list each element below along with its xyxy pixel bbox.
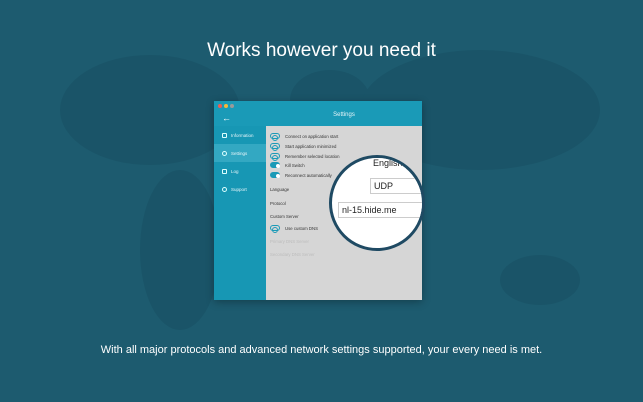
custom-server-input[interactable]: nl-15.hide.me	[338, 202, 422, 218]
toggle-switch[interactable]	[270, 143, 280, 151]
globe-icon	[222, 186, 227, 192]
magnifier-lens: English UDP nl-15.hide.me	[329, 155, 425, 251]
toggle-kill-switch[interactable]: Kill Switch	[270, 162, 305, 168]
toggle-start-minimized[interactable]: Start application minimized	[270, 143, 337, 151]
close-button[interactable]	[218, 104, 222, 108]
headline: Works however you need it	[207, 40, 436, 61]
toggle-label: Connect on application start	[285, 133, 339, 139]
sidebar-item-support[interactable]: Support	[214, 180, 266, 198]
sidebar-item-log[interactable]: Log	[214, 162, 266, 180]
primary-dns-label: Primary DNS Server	[270, 239, 309, 244]
sidebar: Information Settings Log Support	[214, 126, 266, 300]
language-label: Language	[270, 187, 290, 192]
sidebar-item-label: Information	[231, 132, 254, 138]
minimize-button[interactable]	[224, 104, 228, 108]
toggle-label: Use custom DNS	[285, 225, 318, 231]
toggle-connect-on-start[interactable]: Connect on application start	[270, 133, 339, 141]
custom-server-label: Custom Server	[270, 214, 299, 219]
gear-icon	[222, 150, 227, 156]
window-title: Settings	[333, 112, 355, 118]
toggle-label: Remember selected location	[285, 153, 340, 159]
toggle-switch[interactable]	[270, 172, 280, 178]
toggle-reconnect[interactable]: Reconnect automatically	[270, 172, 332, 178]
toggle-label: Kill Switch	[285, 162, 305, 168]
sidebar-item-label: Support	[231, 186, 247, 192]
log-icon	[222, 168, 227, 174]
language-select[interactable]: English	[370, 158, 406, 170]
info-icon	[222, 132, 227, 138]
caption: With all major protocols and advanced ne…	[100, 344, 543, 356]
sidebar-item-label: Log	[231, 168, 239, 174]
protocol-select[interactable]: UDP	[370, 178, 422, 194]
toggle-label: Reconnect automatically	[285, 172, 332, 178]
toggle-switch[interactable]	[270, 133, 280, 141]
title-bar: ← Settings	[214, 101, 422, 126]
back-arrow-icon[interactable]: ←	[222, 113, 231, 123]
sidebar-item-settings[interactable]: Settings	[214, 144, 266, 162]
sidebar-item-information[interactable]: Information	[214, 126, 266, 144]
sidebar-item-label: Settings	[231, 150, 248, 156]
zoom-button[interactable]	[230, 104, 234, 108]
toggle-switch[interactable]	[270, 153, 280, 161]
toggle-switch[interactable]	[270, 225, 280, 233]
toggle-label: Start application minimized	[285, 143, 337, 149]
secondary-dns-label: Secondary DNS Server	[270, 252, 315, 257]
toggle-switch[interactable]	[270, 162, 280, 168]
toggle-remember-location[interactable]: Remember selected location	[270, 153, 340, 161]
toggle-custom-dns[interactable]: Use custom DNS	[270, 225, 318, 233]
protocol-label: Protocol	[270, 201, 286, 206]
